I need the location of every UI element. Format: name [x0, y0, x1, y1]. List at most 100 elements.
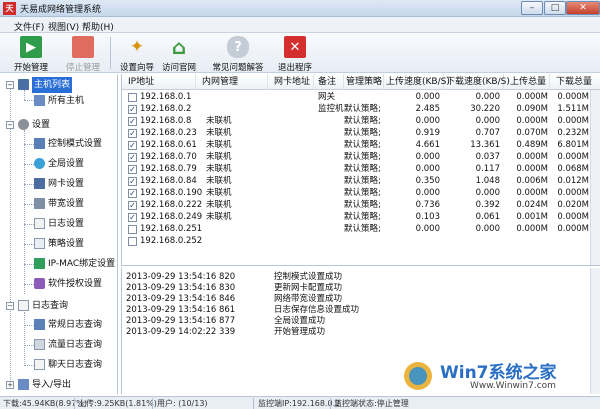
collapse-toggle[interactable]: − [6, 121, 14, 129]
column-ip[interactable]: IP地址 [122, 74, 196, 90]
tree-item-control-mode[interactable]: 控制模式设置 [0, 136, 117, 152]
tree-item-bandwidth[interactable]: 带宽设置 [0, 196, 117, 212]
row-checkbox[interactable] [128, 225, 137, 234]
tree-item-policy[interactable]: 策略设置 [0, 236, 117, 252]
status-monitor-ip: 监控端IP:192.168.0.2 [258, 399, 341, 408]
column-upload-total[interactable]: 上传总量 [504, 74, 550, 90]
expand-toggle[interactable]: + [6, 381, 14, 389]
tree-node-settings[interactable]: − 设置 [0, 117, 117, 133]
row-checkbox[interactable]: ✓ [128, 129, 137, 138]
row-checkbox[interactable]: ✓ [128, 141, 137, 150]
start-manage-button[interactable]: ▶ 开始管理 [6, 34, 56, 73]
column-mac[interactable]: 网卡地址 [268, 74, 314, 90]
menu-help[interactable]: 帮助(H) [82, 20, 114, 33]
close-button[interactable]: ✕ [566, 1, 600, 15]
cell-down: 0.000 [475, 92, 500, 102]
tree-node-log-query[interactable]: − 日志查询 [0, 298, 117, 314]
table-row[interactable]: ✓ 192.168.0.70 未联机 默认策略; 0.000 0.037 0.000M 0.0… [122, 152, 600, 163]
table-scrollbar[interactable] [590, 90, 600, 265]
tree-item-nic-settings[interactable]: 网卡设置 [0, 176, 117, 192]
cell-up-total: 0.070M [516, 128, 548, 138]
cell-up-total: 0.000M [516, 188, 548, 198]
tree-item-license[interactable]: 软件授权设置 [0, 276, 117, 292]
tree-item-ip-mac-binding[interactable]: IP-MAC绑定设置 [0, 256, 117, 272]
table-row[interactable]: ✓ 192.168.0.190 未联机 默认策略; 0.000 0.000 0.000M 0.… [122, 188, 600, 199]
tree-node-import-export[interactable]: + 导入/导出 [0, 377, 117, 393]
table-row[interactable]: ✓ 192.168.0.2 监控机 默认策略; 2.485 30.220 0.090M 1.5… [122, 104, 600, 115]
tree-item-log-settings[interactable]: 日志设置 [0, 216, 117, 232]
tree-item-traffic-log[interactable]: 流量日志查询 [0, 337, 117, 353]
log-entry: 2013-09-29 13:54:16 861 日志保存信息设置成功 [126, 305, 586, 316]
cell-policy: 默认策略; [344, 188, 381, 198]
table-row[interactable]: ✓ 192.168.0.23 未联机 默认策略; 0.919 0.707 0.070M 0.2… [122, 128, 600, 139]
cell-policy: 默认策略; [344, 140, 381, 150]
row-checkbox[interactable] [128, 93, 137, 102]
cell-down: 0.061 [475, 212, 500, 222]
row-checkbox[interactable]: ✓ [128, 213, 137, 222]
cell-down-total: 0.000M [557, 188, 589, 198]
table-row[interactable]: 192.168.0.251 默认策略; 0.000 0.000 0.000M 0.000M [122, 224, 600, 235]
cell-note: 监控机 [318, 104, 344, 114]
cell-down: 0.392 [475, 200, 500, 210]
cell-up: 0.000 [415, 164, 440, 174]
maximize-button[interactable]: □ [544, 1, 566, 15]
cell-policy: 默认策略; [344, 176, 381, 186]
stop-manage-button[interactable]: 停止管理 [58, 34, 108, 73]
row-checkbox[interactable]: ✓ [128, 165, 137, 174]
cell-down-total: 0.020M [557, 200, 589, 210]
visit-website-button[interactable]: ⌂ 访问官网 [154, 34, 204, 73]
cell-up: 0.736 [415, 200, 440, 210]
table-row[interactable]: ✓ 192.168.0.249 未联机 默认策略; 0.103 0.061 0.001M 0.… [122, 212, 600, 223]
row-checkbox[interactable]: ✓ [128, 105, 137, 114]
table-row[interactable]: ✓ 192.168.0.8 未联机 默认策略; 0.000 0.000 0.000M 0.00… [122, 116, 600, 127]
cell-ip: 192.168.0.79 [140, 164, 197, 174]
row-checkbox[interactable]: ✓ [128, 153, 137, 162]
column-lan-manage[interactable]: 内网管理 [196, 74, 268, 90]
cell-up-total: 0.024M [516, 200, 548, 210]
menu-file[interactable]: 文件(F) [14, 20, 44, 33]
log-icon [18, 300, 29, 311]
menu-view[interactable]: 视图(V) [48, 20, 79, 33]
cell-up: 0.000 [415, 152, 440, 162]
start-icon: ▶ [20, 36, 42, 58]
column-policy[interactable]: 管理策略 [344, 74, 384, 90]
tree-node-host-list[interactable]: − 主机列表 [0, 77, 117, 93]
cell-policy: 默认策略; [344, 128, 381, 138]
row-checkbox[interactable]: ✓ [128, 117, 137, 126]
table-row[interactable]: 192.168.0.1 网关 0.000 0.000 0.000M 0.000M [122, 92, 600, 103]
exit-button[interactable]: ✕ 退出程序 [270, 34, 320, 73]
row-checkbox[interactable] [128, 237, 137, 246]
tree-item-general-log[interactable]: 常规日志查询 [0, 317, 117, 333]
table-row[interactable]: 192.168.0.252 [122, 236, 600, 247]
tree-item-global-settings[interactable]: 全局设置 [0, 156, 117, 172]
table-row[interactable]: ✓ 192.168.0.222 未联机 默认策略; 0.736 0.392 0.024M 0.… [122, 200, 600, 211]
column-upload-speed[interactable]: 上传速度(KB/S) [384, 74, 450, 90]
table-row[interactable]: ✓ 192.168.0.61 未联机 默认策略; 4.661 13.361 0.489M 6.… [122, 140, 600, 151]
minimize-button[interactable]: – [521, 1, 543, 15]
cell-up-total: 0.000M [516, 152, 548, 162]
collapse-toggle[interactable]: − [6, 302, 14, 310]
cell-down: 0.037 [475, 152, 500, 162]
tree-item-chat-log[interactable]: 聊天日志查询 [0, 357, 117, 373]
table-row[interactable]: ✓ 192.168.0.79 未联机 默认策略; 0.000 0.117 0.000M 0.0… [122, 164, 600, 175]
log-timestamp: 2013-09-29 13:54:16 820 [126, 272, 236, 282]
faq-button[interactable]: ? 常见问题解答 [206, 34, 270, 73]
tree-item-all-hosts[interactable]: 所有主机 [0, 93, 117, 109]
log-entry: 2013-09-29 14:02:22 339 开始管理成功 [126, 327, 586, 338]
column-download-total[interactable]: 下载总量 [550, 74, 600, 90]
row-checkbox[interactable]: ✓ [128, 177, 137, 186]
row-checkbox[interactable]: ✓ [128, 201, 137, 210]
cell-down: 0.000 [475, 116, 500, 126]
cell-mgmt: 未联机 [206, 200, 232, 210]
app-icon: 天 [3, 2, 16, 15]
column-download-speed[interactable]: 下载速度(KB/S) [444, 74, 510, 90]
cell-down-total: 0.000M [557, 224, 589, 234]
row-checkbox[interactable]: ✓ [128, 189, 137, 198]
cell-ip: 192.168.0.1 [140, 92, 192, 102]
column-note[interactable]: 备注 [314, 74, 344, 90]
table-row[interactable]: ✓ 192.168.0.84 未联机 默认策略; 0.350 1.048 0.006M 0.0… [122, 176, 600, 187]
cell-down: 1.048 [475, 176, 500, 186]
chat-log-icon [34, 359, 45, 370]
collapse-toggle[interactable]: − [6, 81, 14, 89]
cell-ip: 192.168.0.252 [140, 236, 203, 246]
